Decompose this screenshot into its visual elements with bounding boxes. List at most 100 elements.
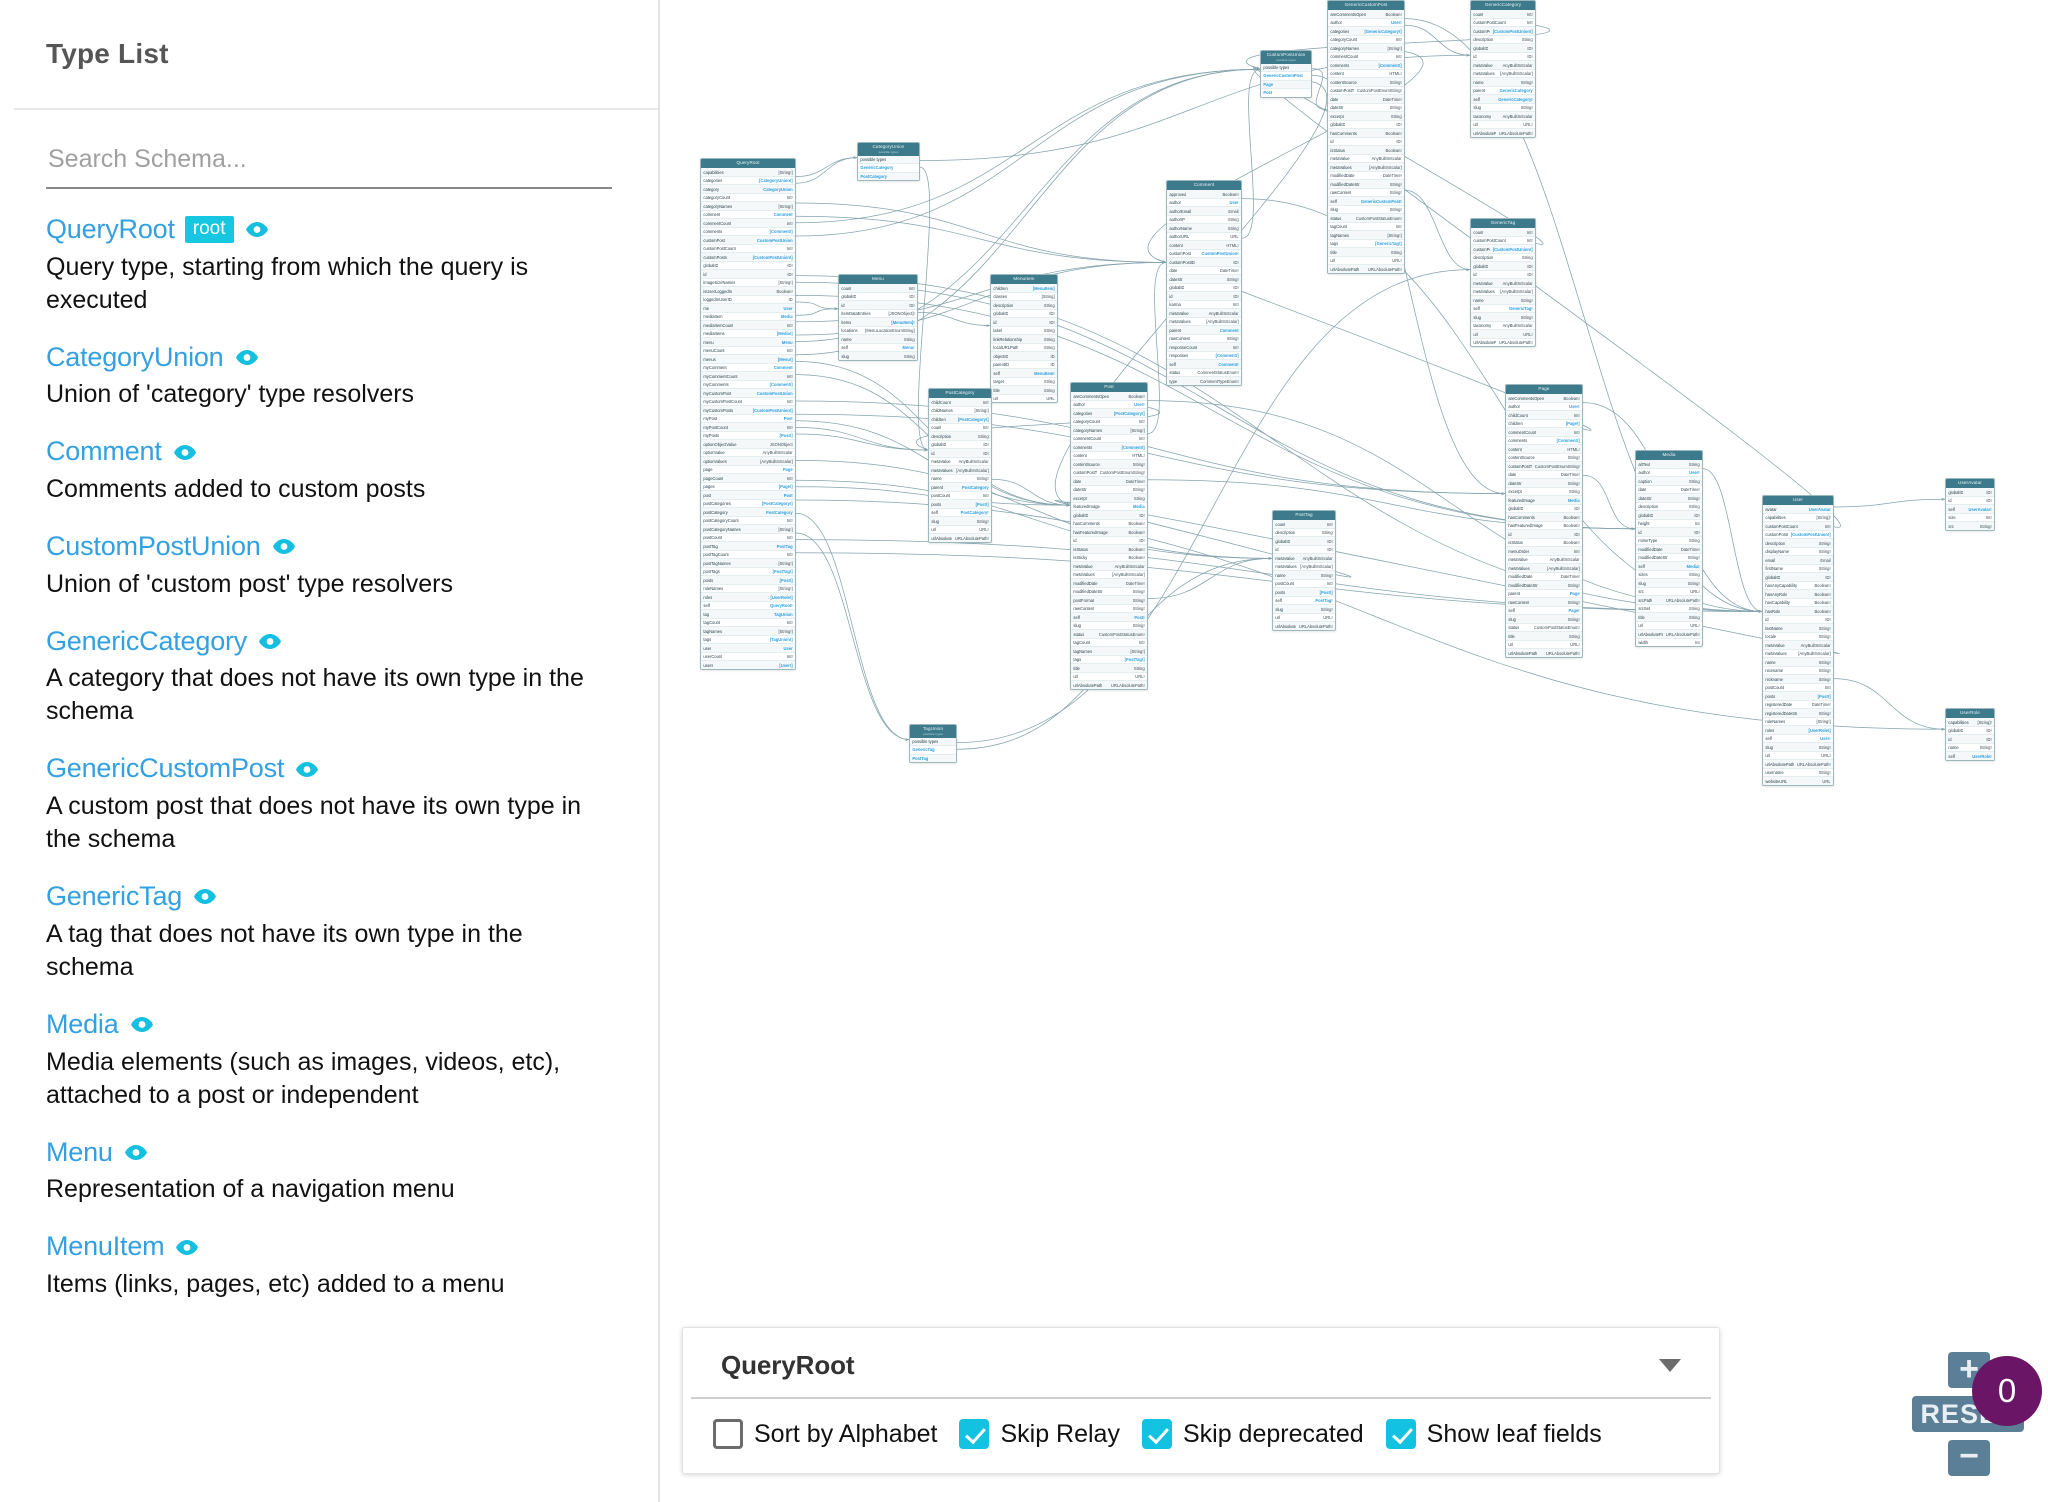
graph-node-field[interactable]: metaValue AnyBuiltInScalar	[1328, 155, 1404, 164]
field-type[interactable]: User!	[1569, 404, 1579, 409]
graph-node-field[interactable]: hasRole Boolean!	[1763, 607, 1833, 616]
graph-node-field[interactable]: globalID ID!	[991, 310, 1057, 319]
graph-node-field[interactable]: url URL!	[1328, 257, 1404, 266]
eye-icon[interactable]	[234, 349, 260, 367]
graph-node[interactable]: Page areCommentsOpen Boolean! author User! ch…	[1505, 384, 1583, 658]
graph-node-field[interactable]: comment Comment	[701, 211, 795, 220]
field-type[interactable]: [PostCategory!]	[1114, 411, 1145, 416]
field-type[interactable]: GenericTag!	[1509, 306, 1533, 311]
type-name-link[interactable]: MenuItem	[46, 1231, 165, 1262]
graph-node-field[interactable]: content HTML!	[1167, 241, 1241, 250]
graph-node-field[interactable]: globalID ID!	[1471, 44, 1535, 53]
graph-node-field[interactable]: areCommentsOpen Boolean!	[1071, 392, 1147, 401]
graph-node-field[interactable]: menuCount Int!	[701, 347, 795, 356]
graph-node-field[interactable]: srcSet String	[1636, 605, 1702, 614]
graph-node-field[interactable]: globalID ID!	[1636, 511, 1702, 520]
graph-node-field[interactable]: author User!	[1328, 19, 1404, 28]
graph-node-field[interactable]: self PostCategory!	[929, 509, 991, 518]
graph-node-field[interactable]: myCommentCount Int!	[701, 372, 795, 381]
graph-node-field[interactable]: url URL!	[1506, 641, 1582, 650]
graph-node-field[interactable]: id ID!	[1471, 53, 1535, 62]
graph-node-field[interactable]: myCustomPostCount Int!	[701, 398, 795, 407]
graph-node-field[interactable]: status CustomPostStatusEnum!	[1071, 630, 1147, 639]
graph-node-field[interactable]: excerpt String	[1071, 494, 1147, 503]
graph-node-field[interactable]: excerpt String	[1506, 488, 1582, 497]
graph-node-field[interactable]: metaValues [AnyBuiltInScalar]	[1273, 563, 1335, 572]
graph-node-field[interactable]: responseCount Int!	[1167, 343, 1241, 352]
graph-node-field[interactable]: categoryCount Int!	[1071, 418, 1147, 427]
graph-node-field[interactable]: modifiedDateStr String!	[1506, 581, 1582, 590]
graph-node-field[interactable]: postTags [PostTag!]	[701, 568, 795, 577]
field-type[interactable]: [Menu!]	[778, 357, 793, 362]
graph-node-field[interactable]: hasFeaturedImage Boolean!	[1506, 522, 1582, 531]
graph-node-field[interactable]: id ID!	[1946, 735, 1994, 744]
graph-node-field[interactable]: possible types	[858, 155, 919, 165]
graph-node[interactable]: TagUnion possible types possible types Gene…	[909, 724, 957, 764]
graph-node-field[interactable]: date DateTime!	[1636, 486, 1702, 495]
graph-node-field[interactable]: rawContent String!	[1328, 189, 1404, 198]
graph-node-field[interactable]: posts [Post!]	[929, 500, 991, 509]
graph-node-field[interactable]: items [MenuItem]!	[839, 318, 917, 327]
graph-node-field[interactable]: globalID ID!	[1328, 121, 1404, 130]
graph-node-field[interactable]: me User	[701, 304, 795, 313]
graph-node[interactable]: PostTag count Int! description String globalI…	[1272, 510, 1336, 631]
graph-node-field[interactable]: urlAbsolutePathURLAbsolutePath!	[1506, 649, 1582, 657]
graph-node-field[interactable]: url URL!	[1471, 330, 1535, 339]
graph-node-field[interactable]: displayName String!	[1763, 548, 1833, 557]
graph-node-field[interactable]: authorIP String	[1167, 216, 1241, 225]
graph-node-field[interactable]: urlAbsolutePathURLAbsolutePath!	[1273, 622, 1335, 630]
graph-node-field[interactable]: username String!	[1763, 769, 1833, 778]
chevron-down-icon[interactable]	[1659, 1359, 1681, 1372]
graph-node[interactable]: CustomPostUnion possible types possible ty…	[1260, 50, 1312, 98]
graph-node-field[interactable]: name String	[839, 335, 917, 344]
graph-node-field[interactable]: Post	[1261, 89, 1311, 97]
type-name-link[interactable]: CategoryUnion	[46, 342, 224, 373]
graph-node-field[interactable]: imageSizeNames [String!]	[701, 279, 795, 288]
graph-node-field[interactable]: globalID ID!	[839, 293, 917, 302]
graph-node-field[interactable]: src URL!	[1636, 588, 1702, 597]
graph-node-field[interactable]: slug String!	[1471, 104, 1535, 113]
graph-node-field[interactable]: sizes String	[1636, 571, 1702, 580]
field-type[interactable]: [CustomPostUnion!]	[1493, 247, 1533, 252]
type-name-link[interactable]: Comment	[46, 437, 162, 467]
graph-node-field[interactable]: tags [PostTag!]	[1071, 656, 1147, 665]
graph-node-field[interactable]: postCount Int!	[929, 492, 991, 501]
graph-node-field[interactable]: self Page!	[1506, 607, 1582, 616]
graph-node-field[interactable]: objectID ID	[991, 352, 1057, 361]
field-type[interactable]: Media	[781, 314, 793, 319]
graph-node-field[interactable]: posts [Post!]	[1273, 588, 1335, 597]
graph-node-field[interactable]: tags [GenericTag!]	[1328, 240, 1404, 249]
graph-node-field[interactable]: Page	[1261, 80, 1311, 90]
graph-node-field[interactable]: postFormat String!	[1071, 596, 1147, 605]
graph-node-field[interactable]: self User!	[1763, 735, 1833, 744]
graph-node-field[interactable]: pageCount Int!	[701, 474, 795, 483]
graph-node-field[interactable]: categoryNames [String!]	[1328, 44, 1404, 53]
graph-node-field[interactable]: contentSource String!	[1506, 454, 1582, 463]
graph-node-field[interactable]: self GenericTag!	[1471, 305, 1535, 314]
graph-node-field[interactable]: comments [Comment!]	[701, 228, 795, 237]
field-type[interactable]: Menu	[782, 340, 793, 345]
graph-node-field[interactable]: metaValues [AnyBuiltInScalar]	[929, 466, 991, 475]
graph-node[interactable]: GenericCategory count Int! customPostCount I…	[1470, 0, 1536, 138]
graph-node-field[interactable]: myCustomPost CustomPostUnion	[701, 389, 795, 398]
graph-node-field[interactable]: metaValue AnyBuiltInScalar	[1471, 61, 1535, 70]
eye-icon[interactable]	[123, 1143, 149, 1161]
graph-node-field[interactable]: globalID ID!	[1471, 262, 1535, 271]
graph-node-field[interactable]: name String!	[1471, 78, 1535, 87]
graph-node-field[interactable]: title String	[1506, 632, 1582, 641]
graph-node-field[interactable]: registeredDateStr String!	[1763, 709, 1833, 718]
field-type[interactable]: [Post!]	[780, 433, 793, 438]
graph-node-field[interactable]: postTagNames [String!]	[701, 559, 795, 568]
graph-node-field[interactable]: comments [Comment!]	[1071, 443, 1147, 452]
graph-node-field[interactable]: possible types	[1261, 63, 1311, 73]
field-type[interactable]: TagUnion	[774, 612, 793, 617]
graph-node-field[interactable]: slug String!	[1763, 743, 1833, 752]
graph-node-field[interactable]: hasComments Boolean!	[1071, 520, 1147, 529]
graph-node-field[interactable]: slug String!	[1636, 579, 1702, 588]
field-type[interactable]: [Post!]	[1818, 694, 1831, 699]
type-name-link[interactable]: CustomPostUnion	[46, 531, 261, 562]
graph-node-field[interactable]: src String!	[1946, 522, 1994, 530]
graph-node-field[interactable]: rawContent String!	[1506, 598, 1582, 607]
graph-node-field[interactable]: content HTML!	[1328, 70, 1404, 79]
field-type[interactable]: GenericCustomPost!	[1361, 199, 1402, 204]
